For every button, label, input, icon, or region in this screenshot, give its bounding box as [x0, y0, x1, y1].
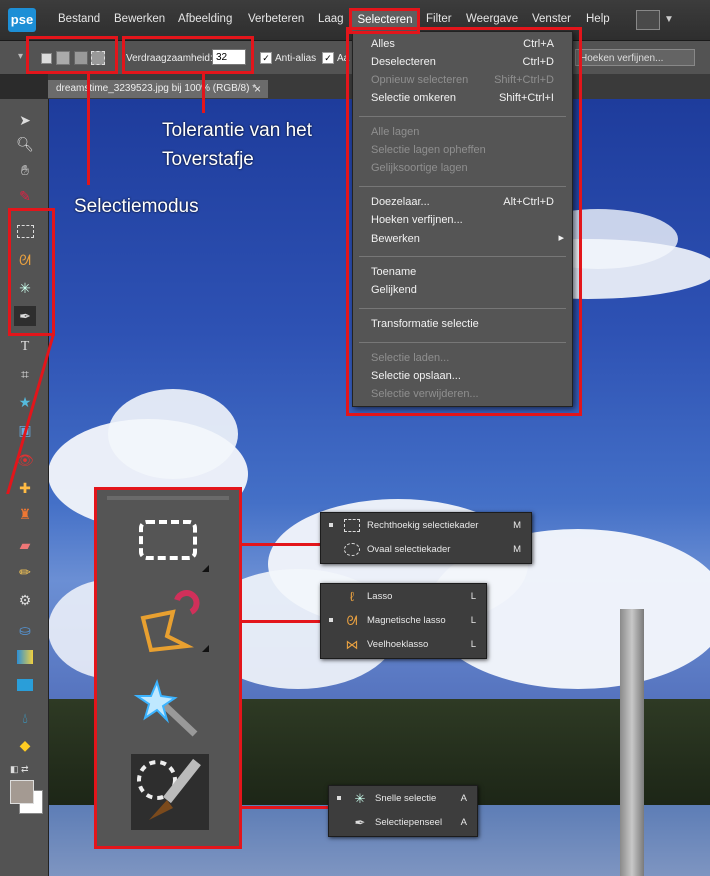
- zoomed-tool-panel: [94, 487, 242, 849]
- foreground-color-swatch[interactable]: [10, 780, 34, 804]
- tool-preset-icon[interactable]: ▾: [18, 51, 23, 62]
- flyout-label: Lasso: [367, 591, 393, 602]
- quick-selection-icon: ✳: [354, 791, 366, 806]
- flyout-shortcut: A: [460, 793, 467, 804]
- zoom-marquee-icon: [133, 510, 209, 576]
- zoom-quick-selection-icon: [131, 754, 209, 830]
- menu-afbeelding[interactable]: Afbeelding: [178, 13, 232, 25]
- healing-brush-tool-icon[interactable]: ✚: [14, 478, 36, 498]
- gradient-tool-icon[interactable]: [14, 648, 36, 668]
- annotation-line: [242, 620, 320, 623]
- polygonal-lasso-icon: ⋈: [345, 637, 359, 652]
- flyout-item-elliptical-marquee[interactable]: Ovaal selectiekader M: [321, 538, 531, 562]
- rectangle-tool-icon[interactable]: [14, 676, 36, 696]
- flyout-label: Veelhoeklasso: [367, 639, 429, 650]
- menu-help[interactable]: Help: [586, 13, 610, 25]
- sponge-tool-icon[interactable]: ◆: [14, 735, 36, 755]
- flyout-shortcut: L: [470, 591, 476, 602]
- highlight-selection-mode: [26, 36, 118, 74]
- annotation-line: [87, 73, 90, 185]
- type-tool-icon[interactable]: T: [14, 337, 36, 357]
- magnetic-lasso-icon: ᘛ: [346, 613, 358, 628]
- app-logo: pse: [8, 8, 36, 32]
- paint-bucket-tool-icon[interactable]: ⛀: [14, 620, 36, 640]
- anti-alias-checkbox[interactable]: ✓: [260, 52, 272, 64]
- eyedropper-tool-icon[interactable]: ✎: [14, 186, 36, 206]
- flyout-item-quick-selection[interactable]: ✳ Snelle selectie A: [329, 787, 477, 811]
- crop-tool-icon[interactable]: ⌗: [14, 364, 36, 384]
- quick-selection-flyout: ✳ Snelle selectie A ✒ Selectiepenseel A: [328, 785, 478, 837]
- marquee-flyout: Rechthoekig selectiekader M Ovaal select…: [320, 512, 532, 564]
- blur-tool-icon[interactable]: 💧︎: [14, 708, 36, 728]
- flyout-label: Magnetische lasso: [367, 615, 446, 626]
- flyout-item-selection-brush[interactable]: ✒ Selectiepenseel A: [329, 811, 477, 835]
- anti-alias-label: Anti-alias: [275, 53, 317, 64]
- pencil-tool-icon[interactable]: ✏: [14, 562, 36, 582]
- contiguous-checkbox[interactable]: ✓: [322, 52, 334, 64]
- close-icon[interactable]: ×: [254, 82, 261, 96]
- flyout-shortcut: M: [513, 520, 521, 531]
- hand-tool-icon[interactable]: ✋︎: [14, 160, 36, 180]
- annotation-tolerance-line1: Tolerantie van het: [162, 120, 312, 141]
- clone-stamp-tool-icon[interactable]: ♜: [14, 504, 36, 524]
- flyout-item-polygonal-lasso[interactable]: ⋈ Veelhoeklasso L: [321, 633, 486, 657]
- refine-edge-button[interactable]: Hoeken verfijnen...: [575, 49, 695, 66]
- active-bullet: [329, 523, 333, 527]
- menu-bewerken[interactable]: Bewerken: [114, 13, 165, 25]
- eraser-tool-icon[interactable]: ▰: [14, 535, 36, 555]
- flyout-label: Rechthoekig selectiekader: [367, 520, 479, 531]
- flyout-shortcut: L: [470, 639, 476, 650]
- annotation-line: [242, 543, 320, 546]
- flyout-label: Snelle selectie: [375, 793, 437, 804]
- flyout-item-magnetic-lasso[interactable]: ᘛ Magnetische lasso L: [321, 609, 486, 633]
- menu-filter[interactable]: Filter: [426, 13, 452, 25]
- menu-verbeteren[interactable]: Verbeteren: [248, 13, 304, 25]
- panel-divider: [107, 496, 229, 500]
- ellipse-marquee-icon: [343, 542, 361, 557]
- cloud-shape: [108, 389, 238, 479]
- chevron-down-icon[interactable]: ▼: [664, 14, 674, 25]
- flyout-shortcut: M: [513, 544, 521, 555]
- flyout-label: Selectiepenseel: [375, 817, 443, 828]
- lasso-icon: ℓ: [349, 589, 355, 604]
- highlight-dropdown: [346, 27, 582, 416]
- zoom-tool-icon[interactable]: 🔍︎: [14, 134, 36, 154]
- active-bullet: [337, 796, 341, 800]
- menu-laag[interactable]: Laag: [318, 13, 344, 25]
- document-tab[interactable]: dreamstime_3239523.jpg bij 100% (RGB/8) …: [48, 80, 268, 98]
- highlight-tolerance: [122, 36, 254, 74]
- flyout-item-rectangular-marquee[interactable]: Rechthoekig selectiekader M: [321, 514, 531, 538]
- move-tool-icon[interactable]: ➤: [14, 110, 36, 130]
- zoom-magnetic-lasso-icon: [133, 590, 209, 656]
- annotation-tolerance-line2: Toverstafje: [162, 149, 254, 170]
- pole: [620, 609, 644, 876]
- brush-tool-icon[interactable]: ⚙: [14, 590, 36, 610]
- active-bullet: [329, 618, 333, 622]
- flyout-shortcut: A: [460, 817, 467, 828]
- rectangle-marquee-icon: [343, 518, 361, 533]
- annotation-line: [202, 73, 205, 113]
- annotation-line: [242, 806, 328, 809]
- annotation-selection-mode: Selectiemodus: [74, 196, 199, 217]
- menu-weergave[interactable]: Weergave: [466, 13, 518, 25]
- highlight-selection-tools: [8, 208, 55, 336]
- selection-brush-icon: ✒: [354, 815, 366, 830]
- menu-venster[interactable]: Venster: [532, 13, 571, 25]
- default-colors-icon[interactable]: ◧ ⇄: [10, 764, 29, 775]
- menu-bestand[interactable]: Bestand: [58, 13, 100, 25]
- flyout-item-lasso[interactable]: ℓ Lasso L: [321, 585, 486, 609]
- lasso-flyout: ℓ Lasso L ᘛ Magnetische lasso L ⋈ Veelho…: [320, 583, 487, 659]
- layout-icon[interactable]: [636, 10, 660, 30]
- zoom-magic-wand-icon: [133, 676, 205, 742]
- flyout-label: Ovaal selectiekader: [367, 544, 451, 555]
- flyout-shortcut: L: [470, 615, 476, 626]
